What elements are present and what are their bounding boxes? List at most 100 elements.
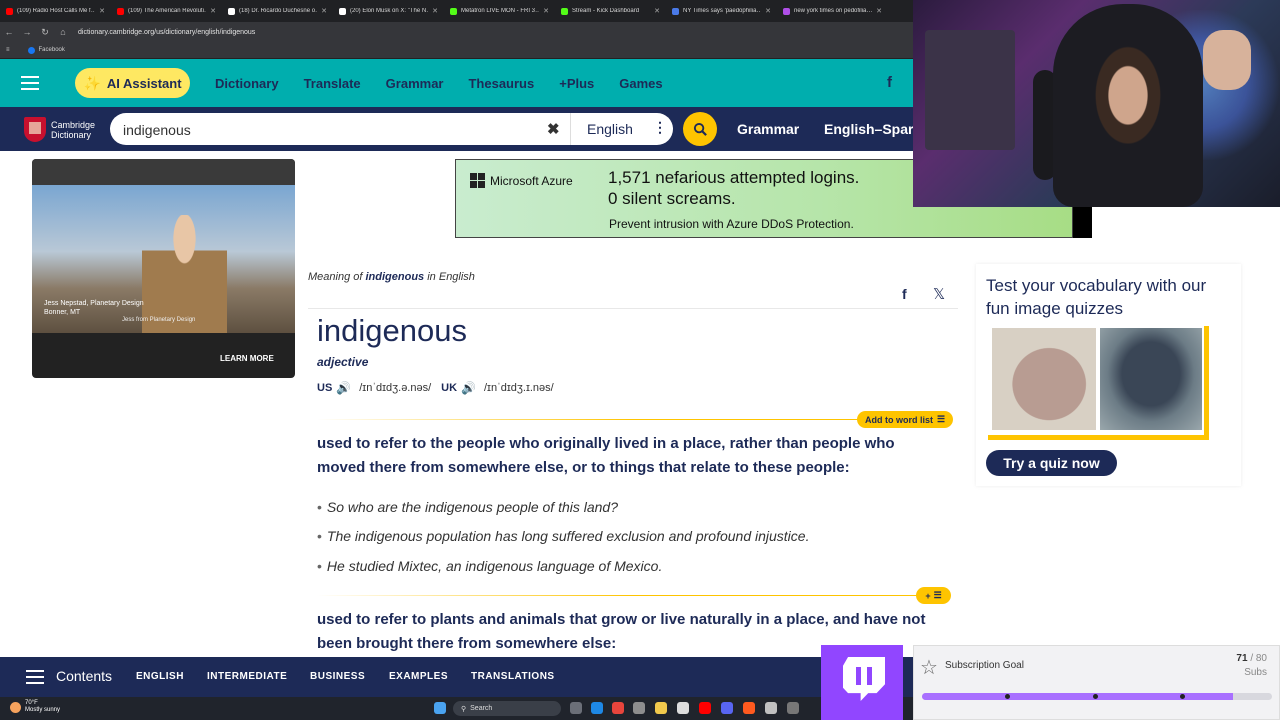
sub-goal-title: Subscription Goal	[945, 660, 1024, 671]
facebook-icon[interactable]: f	[887, 74, 892, 91]
contents-translations[interactable]: TRANSLATIONS	[471, 671, 555, 682]
search-input[interactable]: indigenous ✖	[110, 113, 570, 145]
tab-close-icon[interactable]: ✕	[321, 7, 327, 15]
windows-start-icon[interactable]	[434, 702, 446, 714]
contents-english[interactable]: ENGLISH	[136, 671, 184, 682]
browser-tab[interactable]: new york times on pedofilia… ✕	[777, 0, 888, 22]
azure-headline: 1,571 nefarious attempted logins. 0 sile…	[608, 167, 859, 209]
reload-icon[interactable]: ↻	[36, 27, 54, 38]
tab-close-icon[interactable]: ✕	[876, 7, 882, 15]
learn-more-button[interactable]: LEARN MORE	[220, 354, 274, 363]
logo-line-1: Cambridge	[51, 119, 96, 130]
search-button[interactable]	[683, 112, 717, 146]
menu-icon[interactable]	[0, 76, 60, 90]
contents-menu-icon[interactable]	[26, 670, 44, 684]
ai-assistant-button[interactable]: ✨ AI Assistant	[75, 68, 190, 98]
share-x-icon[interactable]: 𝕏	[933, 285, 945, 303]
app-icon[interactable]	[765, 702, 777, 714]
browser-tab[interactable]: (109) Radio Host Calls Me f… ✕	[0, 0, 111, 22]
chrome-icon[interactable]	[612, 702, 624, 714]
twitch-logo-icon	[843, 657, 885, 701]
searchbar-grammar-link[interactable]: Grammar	[737, 121, 799, 137]
task-view-icon[interactable]	[570, 702, 582, 714]
contents-intermediate[interactable]: INTERMEDIATE	[207, 671, 287, 682]
language-select[interactable]: English ⋮	[570, 113, 673, 145]
plus-label: +	[925, 590, 931, 601]
sub-goal-count: 71 / 80 Subs	[1236, 652, 1267, 680]
share-facebook-icon[interactable]: f	[902, 286, 907, 302]
nav-dictionary[interactable]: Dictionary	[215, 76, 279, 91]
taskbar-search[interactable]: ⚲ Search	[453, 701, 561, 716]
tab-favicon-icon	[6, 7, 13, 15]
searchbar-translate-link[interactable]: English–Spar	[824, 121, 913, 137]
azure-subtext: Prevent intrusion with Azure DDoS Protec…	[609, 217, 854, 231]
contents-business[interactable]: BUSINESS	[310, 671, 365, 682]
uk-audio-icon[interactable]: 🔊	[461, 381, 476, 395]
app-icon[interactable]	[743, 702, 755, 714]
tab-favicon-icon	[450, 7, 457, 15]
tab-close-icon[interactable]: ✕	[99, 7, 105, 15]
more-options-icon[interactable]: ⋮	[653, 119, 667, 136]
browser-tab[interactable]: NY Times says 'paedophilia… ✕	[666, 0, 777, 22]
contents-label[interactable]: Contents	[56, 668, 112, 684]
forward-icon[interactable]: →	[18, 27, 36, 37]
add-to-word-list-button[interactable]: Add to word list ☰	[857, 411, 954, 428]
back-icon[interactable]: ←	[0, 27, 18, 37]
search-bar: Cambridge Dictionary indigenous ✖ Englis…	[0, 107, 913, 151]
nav-plus[interactable]: +Plus	[559, 76, 594, 91]
file-explorer-icon[interactable]	[655, 702, 667, 714]
webcam-background-monitor	[925, 30, 1015, 150]
azure-logo: Microsoft Azure	[470, 173, 573, 188]
nav-translate[interactable]: Translate	[304, 76, 361, 91]
tab-favicon-icon	[117, 7, 124, 15]
app-icon[interactable]	[633, 702, 645, 714]
browser-tab[interactable]: (20) Elon Musk on X: "The N… ✕	[333, 0, 444, 22]
url-field[interactable]: dictionary.cambridge.org/us/dictionary/e…	[78, 29, 255, 36]
apps-icon[interactable]: ≡	[6, 47, 10, 53]
home-icon[interactable]: ⌂	[54, 27, 72, 37]
clear-icon[interactable]: ✖	[547, 120, 560, 138]
try-quiz-button[interactable]: Try a quiz now	[986, 450, 1117, 476]
tab-close-icon[interactable]: ✕	[210, 7, 216, 15]
sense-divider	[317, 419, 950, 420]
obs-icon[interactable]	[787, 702, 799, 714]
tab-close-icon[interactable]: ✕	[432, 7, 438, 15]
quiz-panel: Test your vocabulary with our fun image …	[976, 264, 1241, 486]
us-audio-icon[interactable]: 🔊	[336, 381, 351, 395]
tab-title: (109) The American Revoluti…	[128, 8, 207, 14]
edge-icon[interactable]	[591, 702, 603, 714]
add-sense-to-list-button[interactable]: + ☰	[916, 587, 951, 604]
youtube-icon[interactable]	[699, 702, 711, 714]
browser-tab[interactable]: Metatron LIVE MON - FRI 3… ✕	[444, 0, 555, 22]
browser-tab[interactable]: (109) The American Revoluti… ✕	[111, 0, 222, 22]
browser-tab[interactable]: Stream - Kick Dashboard ✕	[555, 0, 666, 22]
bookmark-facebook[interactable]: Facebook	[39, 47, 65, 53]
quiz-images[interactable]	[988, 326, 1209, 440]
site-top-nav: ✨ AI Assistant Dictionary Translate Gram…	[0, 59, 913, 107]
browser-address-bar: ← → ↻ ⌂ dictionary.cambridge.org/us/dict…	[0, 22, 913, 42]
tab-close-icon[interactable]: ✕	[543, 7, 549, 15]
tab-favicon-icon	[672, 7, 679, 15]
list-icon: ☰	[937, 414, 946, 424]
video-caption-line-2: Bonner, MT	[44, 309, 81, 316]
browser-tab[interactable]: (18) Dr. Ricardo Duchesne o… ✕	[222, 0, 333, 22]
video-ad-image: Jess Nepstad, Planetary Design Bonner, M…	[32, 185, 295, 333]
tab-close-icon[interactable]: ✕	[765, 7, 771, 15]
weather-widget[interactable]: 70°F Mostly sunny	[10, 700, 60, 714]
us-region-label: US	[317, 382, 333, 394]
cambridge-logo[interactable]: Cambridge Dictionary	[24, 117, 95, 142]
nav-games[interactable]: Games	[619, 76, 662, 91]
quiz-title: Test your vocabulary with our fun image …	[986, 276, 1207, 318]
nav-grammar[interactable]: Grammar	[386, 76, 444, 91]
search-query[interactable]: indigenous	[123, 122, 191, 138]
headword: indigenous	[317, 313, 467, 348]
discord-icon[interactable]	[721, 702, 733, 714]
azure-line-1: 1,571 nefarious attempted logins.	[608, 168, 860, 187]
tab-title: Stream - Kick Dashboard	[572, 8, 640, 14]
notepad-icon[interactable]	[677, 702, 689, 714]
video-ad[interactable]: Jess Nepstad, Planetary Design Bonner, M…	[32, 159, 295, 378]
contents-examples[interactable]: EXAMPLES	[389, 671, 448, 682]
nav-thesaurus[interactable]: Thesaurus	[468, 76, 534, 91]
tab-close-icon[interactable]: ✕	[654, 7, 660, 15]
video-ad-header	[32, 159, 295, 185]
